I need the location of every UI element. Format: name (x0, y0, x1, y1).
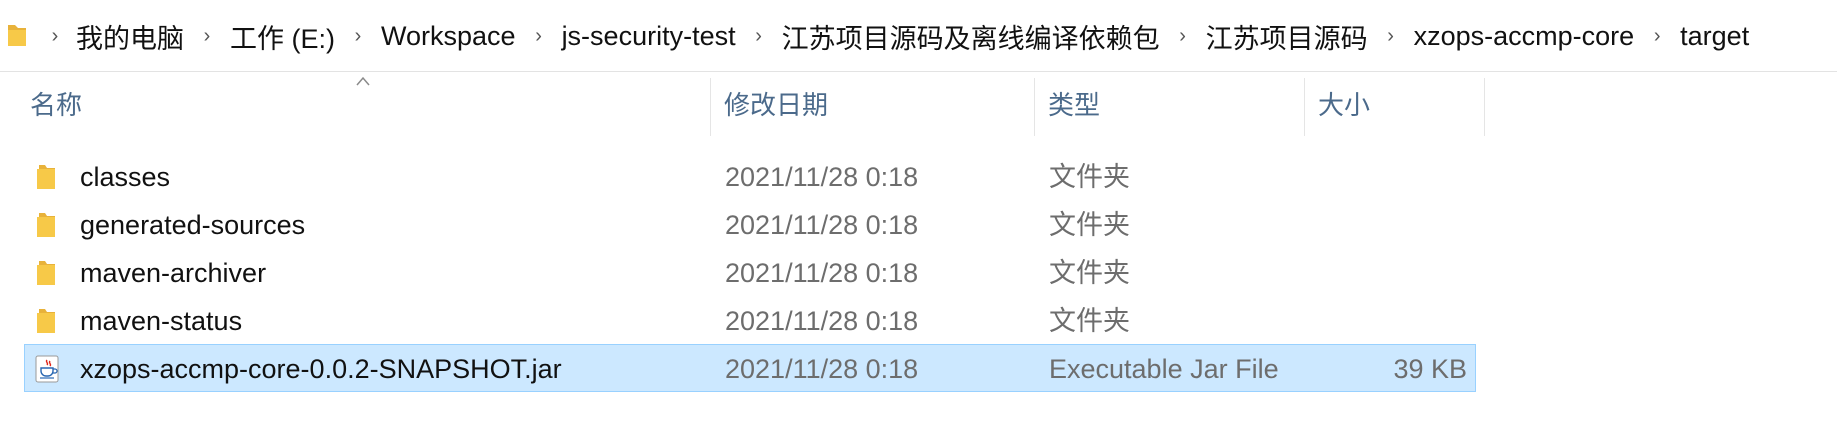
file-size: 39 KB (1393, 354, 1467, 384)
file-date: 2021/11/28 0:18 (725, 258, 919, 288)
file-name: xzops-accmp-core-0.0.2-SNAPSHOT.jar (80, 354, 562, 384)
breadcrumb-item[interactable]: 江苏项目源码及离线编译依赖包 (782, 17, 1160, 56)
breadcrumb-item[interactable]: 我的电脑 (76, 17, 184, 56)
chevron-right-icon[interactable]: › (748, 25, 770, 48)
file-name: generated-sources (80, 210, 306, 240)
folder-icon (37, 309, 55, 333)
list-item[interactable]: maven-status 2021/11/28 0:18 文件夹 (24, 296, 1476, 344)
file-name: maven-status (80, 306, 243, 336)
file-name: maven-archiver (80, 258, 267, 288)
column-header-date[interactable]: 修改日期 (714, 72, 1034, 138)
breadcrumb-item[interactable]: 江苏项目源码 (1206, 17, 1368, 56)
breadcrumb-item[interactable]: Workspace (381, 21, 516, 52)
chevron-right-icon[interactable]: › (44, 25, 66, 48)
file-type: 文件夹 (1049, 306, 1130, 336)
column-divider[interactable] (1304, 78, 1305, 136)
column-header-size[interactable]: 大小 (1308, 72, 1484, 138)
chevron-right-icon[interactable]: › (1646, 25, 1668, 48)
breadcrumb-item[interactable]: js-security-test (562, 21, 736, 52)
breadcrumb-item[interactable]: 工作 (E:) (230, 17, 335, 56)
chevron-right-icon[interactable]: › (196, 25, 218, 48)
column-header-type[interactable]: 类型 (1038, 72, 1302, 138)
file-type: Executable Jar File (1049, 354, 1279, 384)
file-date: 2021/11/28 0:18 (725, 354, 919, 384)
breadcrumb-item-current[interactable]: target (1680, 21, 1749, 52)
list-item[interactable]: classes 2021/11/28 0:18 文件夹 (24, 152, 1476, 200)
list-item-selected[interactable]: xzops-accmp-core-0.0.2-SNAPSHOT.jar 2021… (24, 344, 1476, 392)
list-item[interactable]: maven-archiver 2021/11/28 0:18 文件夹 (24, 248, 1476, 296)
folder-icon (37, 213, 55, 237)
address-bar[interactable]: › 我的电脑 › 工作 (E:) › Workspace › js-securi… (0, 0, 1837, 72)
breadcrumb: › 我的电脑 › 工作 (E:) › Workspace › js-securi… (44, 0, 1761, 72)
java-jar-icon (35, 355, 59, 383)
file-date: 2021/11/28 0:18 (725, 210, 919, 240)
file-name: classes (80, 162, 171, 192)
file-type: 文件夹 (1049, 258, 1130, 288)
chevron-right-icon[interactable]: › (1172, 25, 1194, 48)
chevron-right-icon[interactable]: › (347, 25, 369, 48)
list-item[interactable]: generated-sources 2021/11/28 0:18 文件夹 (24, 200, 1476, 248)
chevron-right-icon[interactable]: › (528, 25, 550, 48)
column-divider[interactable] (1484, 78, 1485, 136)
file-date: 2021/11/28 0:18 (725, 306, 919, 336)
column-divider[interactable] (1034, 78, 1035, 136)
sort-ascending-icon (356, 76, 370, 86)
folder-icon (37, 261, 55, 285)
chevron-right-icon[interactable]: › (1380, 25, 1402, 48)
file-type: 文件夹 (1049, 210, 1130, 240)
file-type: 文件夹 (1049, 162, 1130, 192)
column-divider[interactable] (710, 78, 711, 136)
folder-icon (8, 25, 26, 46)
file-date: 2021/11/28 0:18 (725, 162, 919, 192)
folder-icon (37, 165, 55, 189)
column-header-row: 名称 修改日期 类型 大小 (0, 72, 1837, 138)
breadcrumb-item[interactable]: xzops-accmp-core (1414, 21, 1635, 52)
